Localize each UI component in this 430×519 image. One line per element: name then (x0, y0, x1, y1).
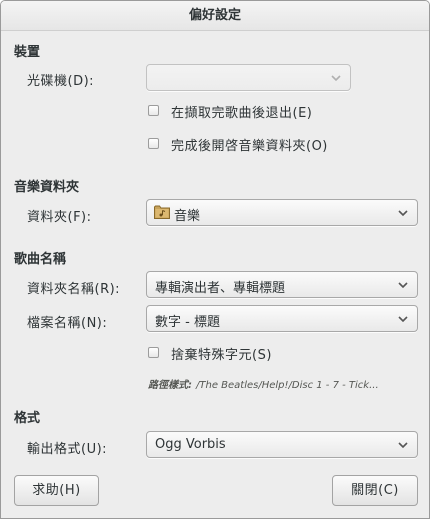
music-folder-section-title: 音樂資料夾 (14, 180, 80, 195)
window-title: 偏好設定 (1, 1, 429, 31)
folder-name-combo[interactable]: 專輯演出者、專輯標題 (146, 271, 418, 298)
path-pattern-example: 路徑樣式: /The Beatles/Help!/Disc 1 - 7 - Tic… (148, 376, 416, 391)
eject-checkbox[interactable] (148, 105, 159, 116)
chevron-down-icon (398, 210, 408, 217)
file-name-value: 數字 - 標題 (155, 315, 220, 330)
device-section-title: 裝置 (14, 45, 41, 60)
strip-chars-checkbox[interactable] (148, 347, 159, 358)
chevron-down-icon (331, 75, 341, 82)
help-button[interactable]: 求助(H) (14, 475, 99, 506)
open-folder-label[interactable]: 完成後開啓音樂資料夾(O) (171, 135, 328, 154)
folder-label: 資料夾(F): (27, 210, 92, 225)
file-name-label: 檔案名稱(N): (27, 316, 108, 331)
format-section-title: 格式 (14, 411, 41, 426)
open-folder-checkbox[interactable] (148, 138, 159, 149)
folder-chooser[interactable]: 音樂 (146, 199, 418, 226)
file-name-combo[interactable]: 數字 - 標題 (146, 305, 418, 332)
folder-name-label: 資料夾名稱(R): (27, 282, 121, 297)
folder-name-value: 專輯演出者、專輯標題 (155, 281, 286, 296)
folder-music-icon (154, 205, 170, 219)
output-format-combo[interactable]: Ogg Vorbis (146, 431, 418, 458)
output-format-label: 輸出格式(U): (27, 442, 108, 457)
eject-label[interactable]: 在擷取完歌曲後退出(E) (171, 102, 312, 121)
path-pattern-value: /The Beatles/Help!/Disc 1 - 7 - Tick... (196, 380, 379, 391)
strip-chars-label[interactable]: 捨棄特殊字元(S) (171, 344, 272, 363)
track-names-section-title: 歌曲名稱 (14, 252, 67, 267)
path-pattern-prefix: 路徑樣式: (148, 380, 192, 391)
folder-value: 音樂 (174, 209, 201, 224)
chevron-down-icon (398, 316, 408, 323)
close-button[interactable]: 關閉(C) (332, 475, 418, 506)
preferences-dialog: 偏好設定 裝置 光碟機(D): 在擷取完歌曲後退出(E) 完成後開啓音樂資料夾(… (0, 0, 430, 519)
chevron-down-icon (398, 282, 408, 289)
cd-drive-combo[interactable] (146, 64, 351, 91)
cd-drive-label: 光碟機(D): (27, 74, 95, 89)
output-format-value: Ogg Vorbis (155, 437, 226, 452)
chevron-down-icon (398, 442, 408, 449)
